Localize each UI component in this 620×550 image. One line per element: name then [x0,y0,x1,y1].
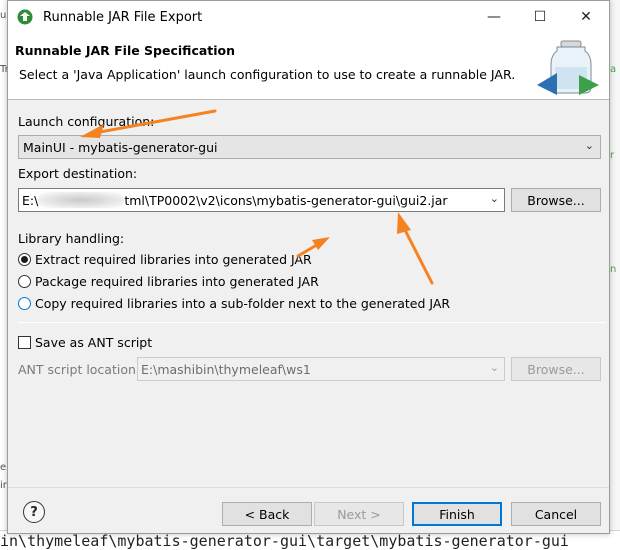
section-divider [18,322,606,323]
ant-location-value: E:\mashibin\thymeleaf\ws1 [141,361,311,377]
library-option-package[interactable]: Package required libraries into generate… [18,274,319,289]
next-button: Next > [314,502,404,526]
export-destination-suffix: tml\TP0002\v2\icons\mybatis-generator-gu… [124,192,448,208]
export-destination-field[interactable]: E:\ tml\TP0002\v2\icons\mybatis-generato… [18,188,505,212]
background-fragment: ir [0,480,7,491]
title-bar[interactable]: Runnable JAR File Export — ☐ ✕ [8,1,609,33]
library-option-extract[interactable]: Extract required libraries into generate… [18,252,312,267]
browse-export-button[interactable]: Browse... [511,188,601,212]
chevron-down-icon[interactable]: ⌄ [490,192,499,205]
chevron-down-icon: ⌄ [584,139,594,152]
background-fragment: a [610,64,617,75]
wizard-header: Runnable JAR File Specification Select a… [8,33,609,100]
minimize-button[interactable]: — [471,1,517,33]
jar-export-banner-icon [537,40,599,95]
checkbox-unchecked-icon[interactable] [18,336,31,349]
close-button[interactable]: ✕ [563,1,609,33]
redacted-path-blur [38,192,125,208]
page-title: Runnable JAR File Specification [15,43,236,58]
save-ant-script-label: Save as ANT script [35,335,153,350]
help-icon[interactable]: ? [23,501,45,523]
ant-location-field: E:\mashibin\thymeleaf\ws1 ⌄ [137,357,505,381]
library-option-copy[interactable]: Copy required libraries into a sub-folde… [18,296,450,311]
finish-button[interactable]: Finish [412,502,502,526]
window-controls: — ☐ ✕ [471,1,609,33]
library-handling-label: Library handling: [18,231,125,246]
export-destination-prefix: E:\ [22,192,39,208]
export-dialog: Runnable JAR File Export — ☐ ✕ Runnable … [7,0,610,534]
browse-ant-button: Browse... [511,357,601,381]
library-option-label: Copy required libraries into a sub-folde… [35,296,451,311]
page-description: Select a 'Java Application' launch confi… [19,67,516,82]
background-fragment: e [0,462,7,473]
launch-configuration-label: Launch configuration: [18,114,155,129]
export-destination-label: Export destination: [18,166,138,181]
cancel-button[interactable]: Cancel [511,502,601,526]
window-title: Runnable JAR File Export [43,9,203,25]
footer-divider [8,487,609,488]
radio-checked-icon[interactable] [18,253,31,266]
eclipse-export-icon [17,9,33,25]
back-button[interactable]: < Back [222,502,312,526]
library-option-label: Package required libraries into generate… [35,274,319,289]
save-ant-script-checkbox[interactable]: Save as ANT script [18,335,152,350]
background-fragment: u [0,10,7,21]
launch-configuration-select[interactable]: MainUI - mybatis-generator-gui ⌄ [18,135,601,159]
background-fragment: n [610,264,617,275]
chevron-down-icon: ⌄ [489,361,499,374]
ant-location-label: ANT script location: [18,362,141,377]
radio-unchecked-icon[interactable] [18,297,31,310]
library-option-label: Extract required libraries into generate… [35,252,312,267]
radio-unchecked-icon[interactable] [18,275,31,288]
background-fragment: r [610,150,615,161]
maximize-button[interactable]: ☐ [517,1,563,33]
launch-configuration-value: MainUI - mybatis-generator-gui [23,139,218,155]
